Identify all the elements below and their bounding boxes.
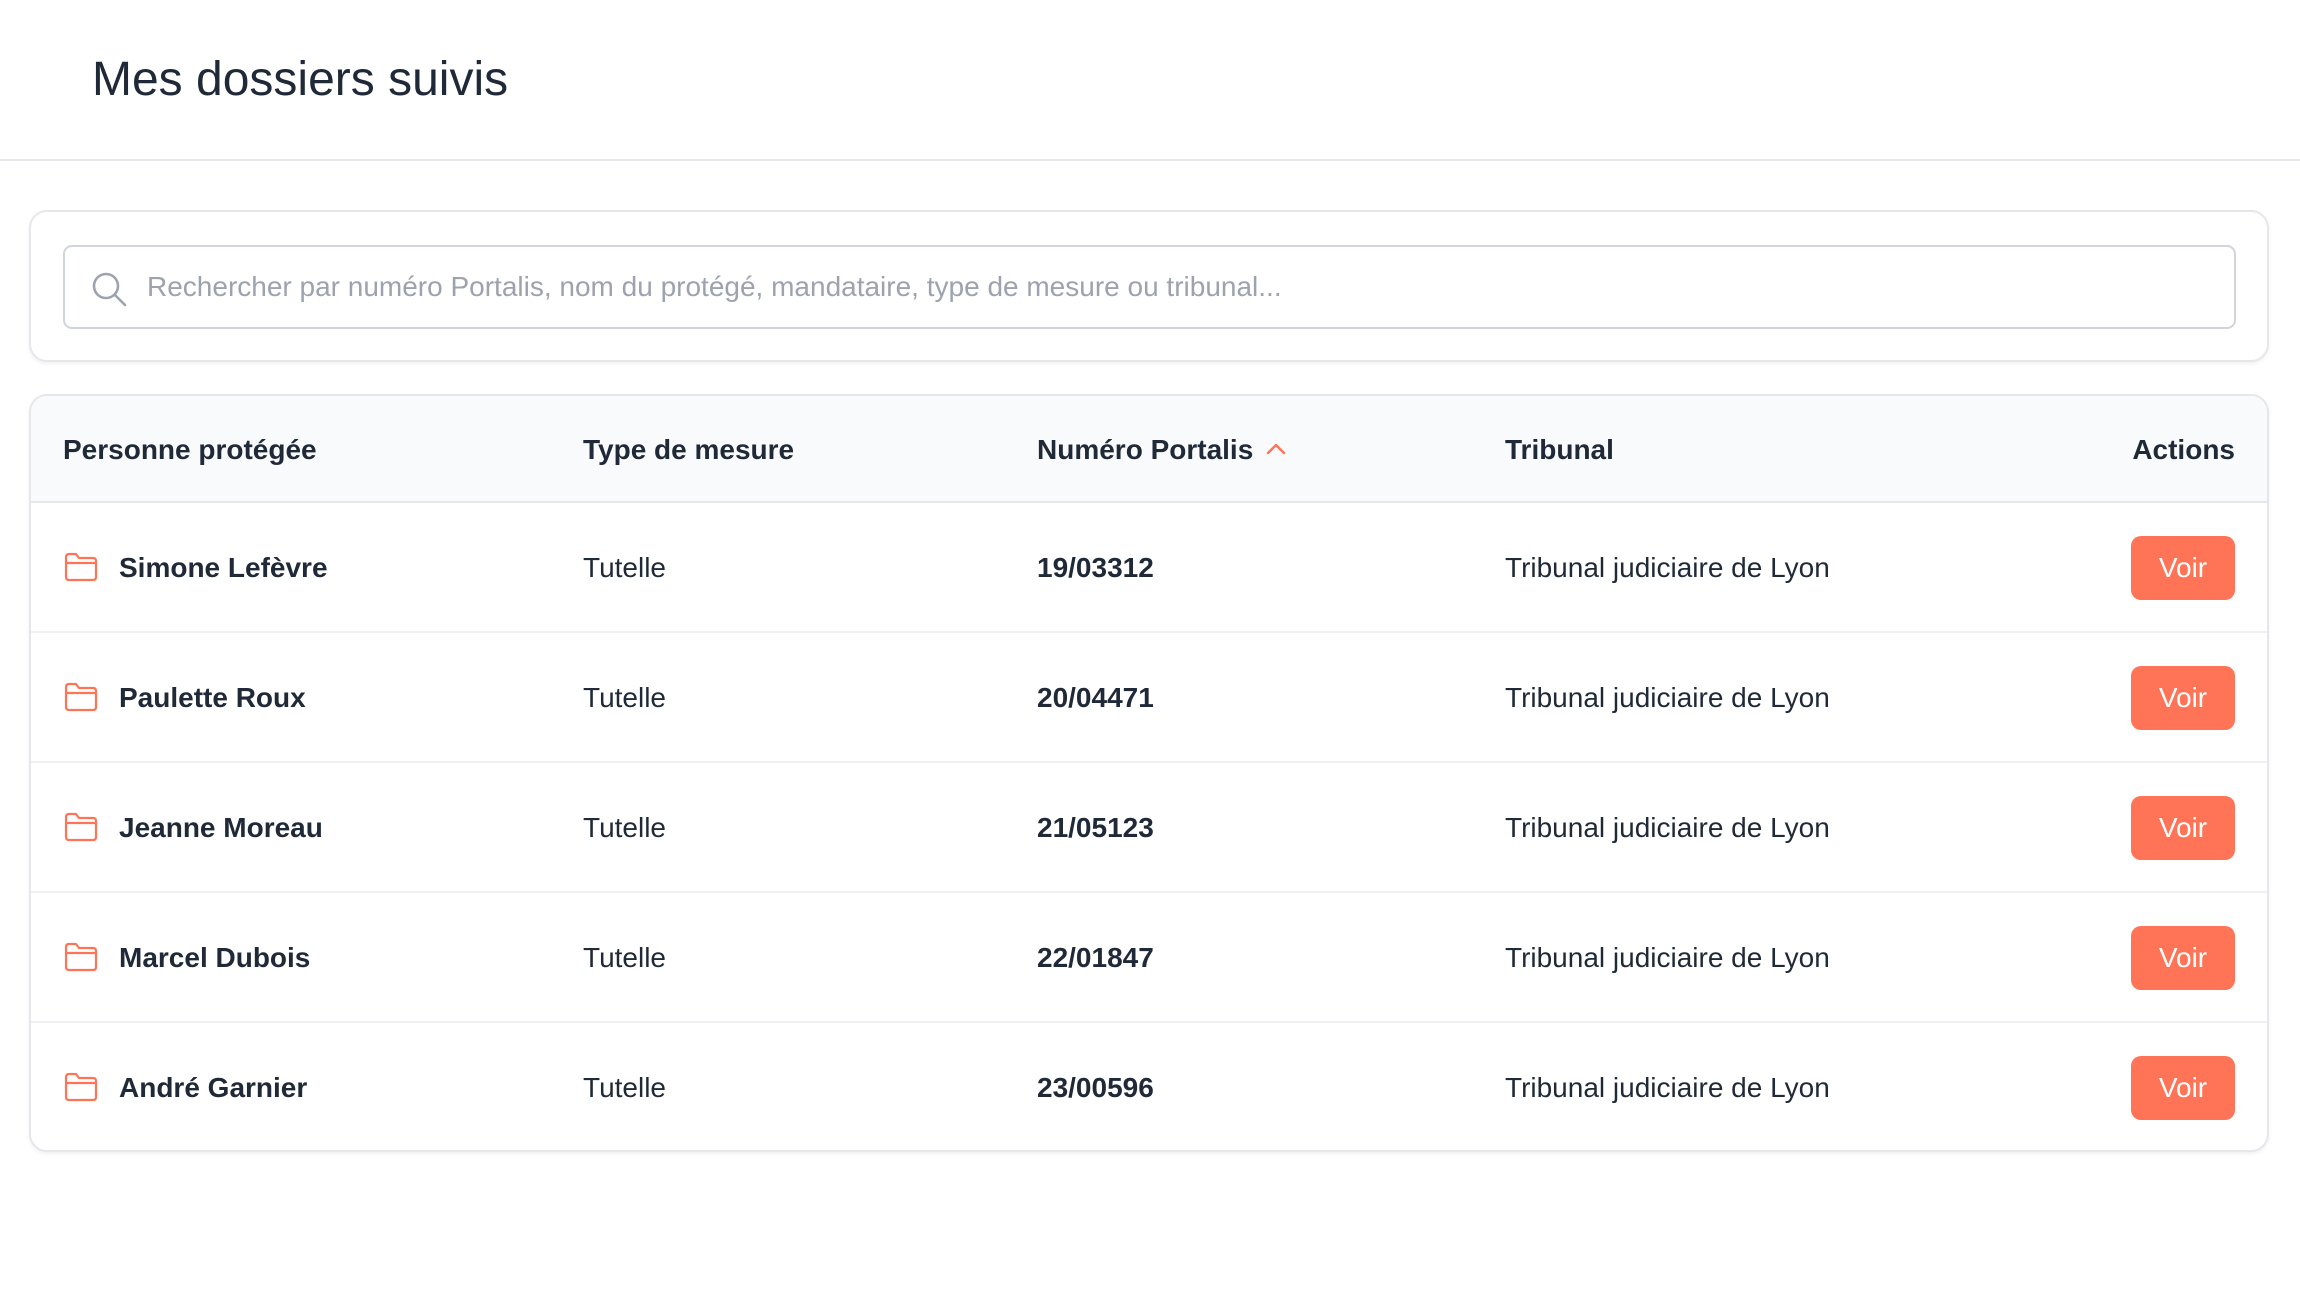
table-row: Simone Lefèvre Tutelle 19/03312 Tribunal…	[31, 503, 2267, 633]
person-name: Marcel Dubois	[119, 942, 311, 973]
folder-icon	[64, 682, 98, 712]
table-row: Marcel Dubois Tutelle 22/01847 Tribunal …	[31, 893, 2267, 1023]
page-title: Mes dossiers suivis	[92, 53, 509, 106]
column-header-person: Personne protégée	[63, 434, 317, 465]
column-header-actions: Actions	[2132, 434, 2235, 465]
numero-cell: 21/05123	[1037, 812, 1154, 843]
folder-icon	[64, 812, 98, 842]
type-cell: Tutelle	[583, 1072, 667, 1103]
numero-cell: 19/03312	[1037, 552, 1154, 583]
tribunal-cell: Tribunal judiciaire de Lyon	[1505, 812, 1830, 843]
voir-button[interactable]: Voir	[2131, 666, 2235, 730]
numero-cell: 22/01847	[1037, 942, 1154, 973]
numero-cell: 23/00596	[1037, 1072, 1154, 1103]
folder-icon	[64, 1072, 98, 1102]
tribunal-cell: Tribunal judiciaire de Lyon	[1505, 552, 1830, 583]
search-input[interactable]	[145, 247, 2215, 327]
folder-icon	[64, 552, 98, 582]
column-header-numero[interactable]: Numéro Portalis	[1037, 396, 1289, 503]
type-cell: Tutelle	[583, 682, 667, 713]
column-header-type: Type de mesure	[583, 434, 795, 465]
table-row: Jeanne Moreau Tutelle 21/05123 Tribunal …	[31, 763, 2267, 893]
tribunal-cell: Tribunal judiciaire de Lyon	[1505, 1072, 1830, 1103]
column-header-numero-label: Numéro Portalis	[1037, 434, 1254, 465]
chevron-up-icon[interactable]	[1263, 436, 1289, 462]
voir-button[interactable]: Voir	[2131, 1056, 2235, 1120]
search-card	[29, 210, 2269, 362]
type-cell: Tutelle	[583, 552, 667, 583]
type-cell: Tutelle	[583, 942, 667, 973]
person-name: Simone Lefèvre	[119, 552, 328, 583]
search-icon	[92, 272, 127, 307]
search-box[interactable]	[63, 245, 2236, 329]
voir-button[interactable]: Voir	[2131, 796, 2235, 860]
column-header-tribunal: Tribunal	[1505, 434, 1614, 465]
tribunal-cell: Tribunal judiciaire de Lyon	[1505, 942, 1830, 973]
table-row: Paulette Roux Tutelle 20/04471 Tribunal …	[31, 633, 2267, 763]
person-name: Paulette Roux	[119, 682, 306, 713]
page-header: Mes dossiers suivis	[0, 0, 2300, 161]
table-header: Personne protégée Type de mesure Numéro …	[31, 396, 2267, 503]
person-name: André Garnier	[119, 1072, 308, 1103]
type-cell: Tutelle	[583, 812, 667, 843]
table-row: André Garnier Tutelle 23/00596 Tribunal …	[31, 1023, 2267, 1150]
voir-button[interactable]: Voir	[2131, 926, 2235, 990]
person-name: Jeanne Moreau	[119, 812, 323, 843]
numero-cell: 20/04471	[1037, 682, 1154, 713]
voir-button[interactable]: Voir	[2131, 536, 2235, 600]
tribunal-cell: Tribunal judiciaire de Lyon	[1505, 682, 1830, 713]
dossiers-table: Personne protégée Type de mesure Numéro …	[29, 394, 2269, 1152]
folder-icon	[64, 942, 98, 972]
